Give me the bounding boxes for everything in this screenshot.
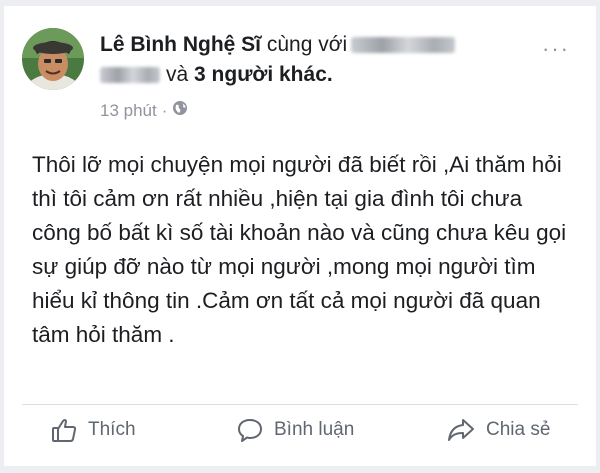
post-card: Lê Bình Nghệ Sĩ cùng với và 3 người khác… (4, 6, 596, 466)
like-button[interactable]: Thích (50, 416, 136, 444)
share-icon (446, 416, 476, 444)
comment-icon (236, 416, 264, 444)
author-name[interactable]: Lê Bình Nghệ Sĩ (100, 33, 261, 56)
divider (22, 404, 578, 405)
like-label: Thích (88, 419, 136, 440)
comment-label: Bình luận (274, 419, 355, 440)
blurred-tagged-name (351, 37, 456, 54)
meta-separator: · (161, 100, 168, 120)
with-text: cùng với (266, 33, 348, 56)
thumbs-up-icon (50, 416, 78, 444)
post-time[interactable]: 13 phút (100, 101, 157, 121)
post-meta: 13 phút · (100, 100, 188, 121)
others-link[interactable]: 3 người khác. (194, 63, 333, 86)
comment-button[interactable]: Bình luận (236, 416, 354, 444)
more-options-icon[interactable]: ··· (542, 36, 570, 62)
avatar-image (22, 28, 84, 90)
blurred-tagged-name (100, 67, 160, 84)
share-label: Chia sẻ (486, 419, 551, 440)
post-body-text: Thôi lỡ mọi chuyện mọi người đã biết rồi… (32, 152, 567, 347)
post-header: Lê Bình Nghệ Sĩ cùng với và 3 người khác… (100, 30, 520, 90)
and-text: và (166, 63, 189, 86)
author-avatar[interactable] (22, 28, 84, 90)
share-button[interactable]: Chia sẻ (446, 416, 550, 444)
post-actions-bar: Thích Bình luận Chia sẻ (4, 410, 596, 456)
globe-icon (172, 100, 188, 121)
